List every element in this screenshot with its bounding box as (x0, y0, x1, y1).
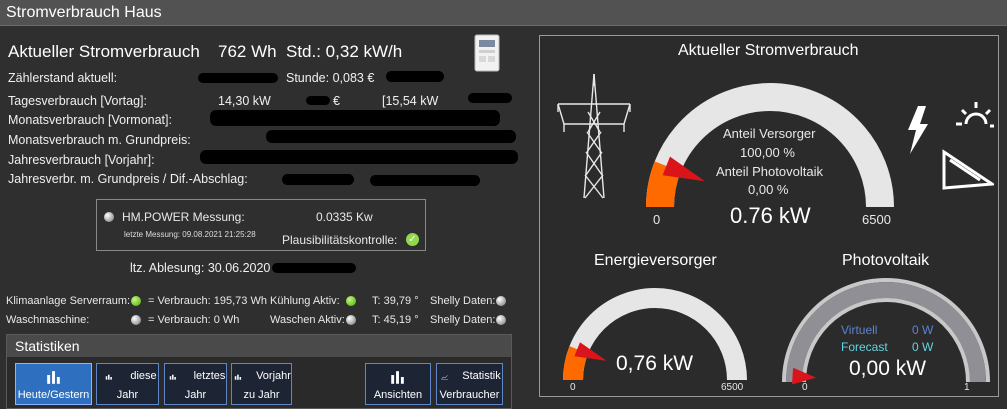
redaction (386, 71, 444, 82)
redaction (306, 96, 330, 105)
gauge-pv-min: 0 (802, 382, 808, 393)
current-value: 762 Wh (218, 42, 277, 61)
device-klima-shelly: Shelly Daten: (430, 295, 496, 307)
device-klima-temp: T: 39,79 ° (372, 295, 419, 307)
device-wasch-status-label: Waschen Aktiv: (270, 314, 345, 326)
bar-chart-icon (47, 371, 60, 384)
gauge-pv-virtuell-label: Virtuell (841, 323, 878, 337)
bar-chart-icon (391, 371, 404, 384)
gauge-main-max: 6500 (862, 212, 891, 227)
btn-letztes-jahr[interactable]: letztes Jahr (164, 363, 227, 405)
gauge-energie-title: Energieversorger (594, 252, 717, 269)
device-wasch-consumption: = Verbrauch: 0 Wh (148, 314, 240, 326)
row-jahr-label: Jahresverbrauch [Vorjahr]: (8, 153, 155, 167)
redaction (468, 93, 512, 103)
current-label: Aktueller Stromverbrauch (8, 42, 200, 61)
meter-plausi-label: Plausibilitätskontrolle: (282, 233, 398, 247)
meter-last-measurement: letzte Messung: 09.08.2021 21:25:28 (124, 230, 256, 239)
gauge-energie-value: 0,76 kW (616, 352, 694, 375)
meter-status-led (104, 212, 114, 222)
btn-statistik-l2: Verbraucher (439, 389, 500, 401)
gauge-main-pv-label: Anteil Photovoltaik (716, 164, 823, 179)
row-tagesverbrauch-right: [15,54 kW (382, 94, 439, 108)
device-klima-name: Klimaanlage Serverraum: (6, 295, 131, 307)
check-icon: ✓ (406, 233, 419, 246)
redaction (272, 263, 356, 273)
btn-statistik-verbraucher[interactable]: Statistik Verbraucher (436, 363, 503, 405)
current-std: Std.: 0,32 kW/h (286, 42, 403, 61)
device-klima-consumption: = Verbrauch: 195,73 Wh (148, 295, 267, 307)
device-wasch-temp: T: 45,19 ° (372, 314, 419, 326)
btn-letztes-jahr-l2: Jahr (184, 389, 207, 401)
btn-ansichten[interactable]: Ansichten (365, 363, 431, 405)
btn-statistik-l1: Statistik (462, 370, 501, 382)
row-tagesverbrauch-value: 14,30 kW (218, 94, 271, 108)
gauge-main-pv-value: 0,00 % (748, 182, 789, 197)
btn-ansichten-label: Ansichten (373, 389, 423, 401)
gauge-energie-max: 6500 (721, 382, 744, 393)
row-tagesverbrauch-euro: € (333, 94, 340, 108)
row-jahr-grundpreis-label: Jahresverbr. m. Grundpreis / Dif.-Abschl… (8, 172, 248, 186)
redaction (210, 110, 500, 126)
gauge-pv-forecast-label: Forecast (841, 340, 888, 354)
device-wasch-led (131, 315, 141, 325)
gauge-pv-max: 1 (964, 382, 970, 393)
btn-heute-gestern-label: Heute/Gestern (17, 389, 90, 401)
gauge-pv-value: 0,00 kW (849, 357, 927, 380)
redaction (282, 174, 354, 185)
meter-title: HM.POWER Messung: (122, 210, 245, 224)
gauge-main-min: 0 (653, 212, 661, 227)
device-wasch-shelly-led (496, 315, 506, 325)
electric-meter-icon (474, 34, 500, 72)
gauge-main-versorger-value: 100,00 % (740, 145, 795, 160)
btn-dieses-jahr[interactable]: diese Jahr (96, 363, 159, 405)
gauge-main-title: Aktueller Stromverbrauch (678, 42, 859, 59)
redaction (266, 130, 516, 143)
gauge-main-value: 0.76 kW (730, 203, 811, 228)
btn-vorjahr-zu-jahr[interactable]: Vorjahr zu Jahr (231, 363, 292, 405)
btn-vorjahr-zu-jahr-l1: Vorjahr (256, 370, 291, 382)
gauge-pv-title: Photovoltaik (842, 252, 930, 269)
window-title: Stromverbrauch Haus (0, 0, 1007, 26)
device-wasch-shelly: Shelly Daten: (430, 314, 496, 326)
redaction (370, 175, 480, 186)
row-tagesverbrauch-label: Tagesverbrauch [Vortag]: (8, 94, 147, 108)
gauge-main-versorger-label: Anteil Versorger (723, 126, 816, 141)
row-zaehlerstand-label: Zählerstand aktuell: (8, 71, 118, 85)
meter-value: 0.0335 Kw (316, 210, 373, 224)
redaction (200, 150, 518, 164)
stats-title: Statistiken (7, 335, 511, 357)
power-pylon-icon (556, 72, 632, 200)
btn-dieses-jahr-l2: Jahr (116, 389, 139, 401)
gauge-pv-forecast-value: 0 W (912, 340, 934, 354)
row-zaehlerstand-right: Stunde: 0,083 € (286, 71, 375, 85)
device-klima-shelly-led (496, 296, 506, 306)
redaction (198, 73, 278, 83)
solar-icon (904, 100, 997, 196)
row-monat-label: Monatsverbrauch [Vormonat]: (8, 113, 172, 127)
device-klima-led (131, 296, 141, 306)
gauge-energie-min: 0 (570, 382, 576, 393)
gauge-pv-virtuell-value: 0 W (912, 323, 934, 337)
device-klima-status-led (346, 296, 356, 306)
device-wasch-name: Waschmaschine: (6, 314, 90, 326)
btn-vorjahr-zu-jahr-l2: zu Jahr (243, 389, 280, 401)
device-wasch-status-led (346, 315, 356, 325)
row-monat-grundpreis-label: Monatsverbrauch m. Grundpreis: (8, 133, 191, 147)
btn-heute-gestern[interactable]: Heute/Gestern (15, 363, 92, 405)
device-klima-status-label: Kühlung Aktiv: (270, 295, 340, 307)
last-reading: ltz. Ablesung: 30.06.2020 (130, 261, 271, 275)
